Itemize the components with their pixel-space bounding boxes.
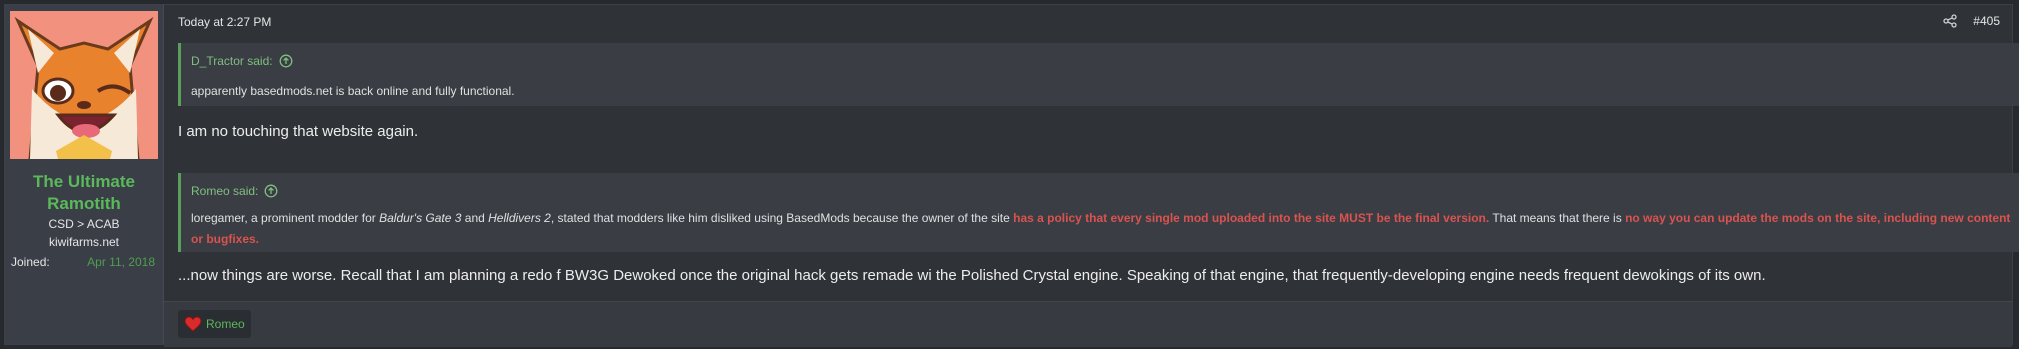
heart-icon [184, 316, 202, 332]
joined-label: Joined: [11, 255, 50, 269]
quote-author[interactable]: Romeo said: [191, 184, 258, 198]
user-title: CSD > ACAB kiwifarms.net [48, 217, 120, 249]
reactions-bar: Romeo [164, 301, 2012, 347]
quote-author[interactable]: D_Tractor said: [191, 54, 273, 68]
arrow-up-circle-icon[interactable] [264, 184, 278, 198]
quote-text: loregamer, a prominent modder for Baldur… [191, 211, 2011, 246]
post: The Ultimate Ramotith CSD > ACAB kiwifar… [4, 4, 2019, 347]
post-actions: #405 [1943, 14, 2000, 28]
avatar[interactable] [10, 11, 158, 159]
quote-block: Romeo said: loregamer, a prominent modde… [178, 173, 2019, 252]
post-main: Today at 2:27 PM #405 D_Tractor said: ap… [164, 5, 2019, 347]
share-icon[interactable] [1943, 14, 1957, 28]
joined-date: Apr 11, 2018 [87, 255, 155, 269]
post-message: I am no touching that website again. [178, 123, 419, 140]
quote-block: D_Tractor said: apparently basedmods.net… [178, 43, 2019, 106]
reaction-user[interactable]: Romeo [206, 317, 245, 331]
arrow-up-circle-icon[interactable] [279, 54, 293, 68]
post-number[interactable]: #405 [1973, 14, 2000, 28]
username[interactable]: The Ultimate Ramotith [5, 171, 163, 215]
post-message: ...now things are worse. Recall that I a… [178, 267, 1766, 284]
joined-row: Joined: Apr 11, 2018 [5, 253, 163, 271]
reaction-summary[interactable]: Romeo [178, 310, 251, 338]
quote-author-link[interactable]: Romeo said: [181, 173, 2019, 198]
quote-text: apparently basedmods.net is back online … [191, 84, 515, 98]
post-timestamp[interactable]: Today at 2:27 PM [178, 15, 271, 29]
user-sidebar: The Ultimate Ramotith CSD > ACAB kiwifar… [5, 5, 164, 344]
quote-author-link[interactable]: D_Tractor said: [181, 43, 2019, 68]
